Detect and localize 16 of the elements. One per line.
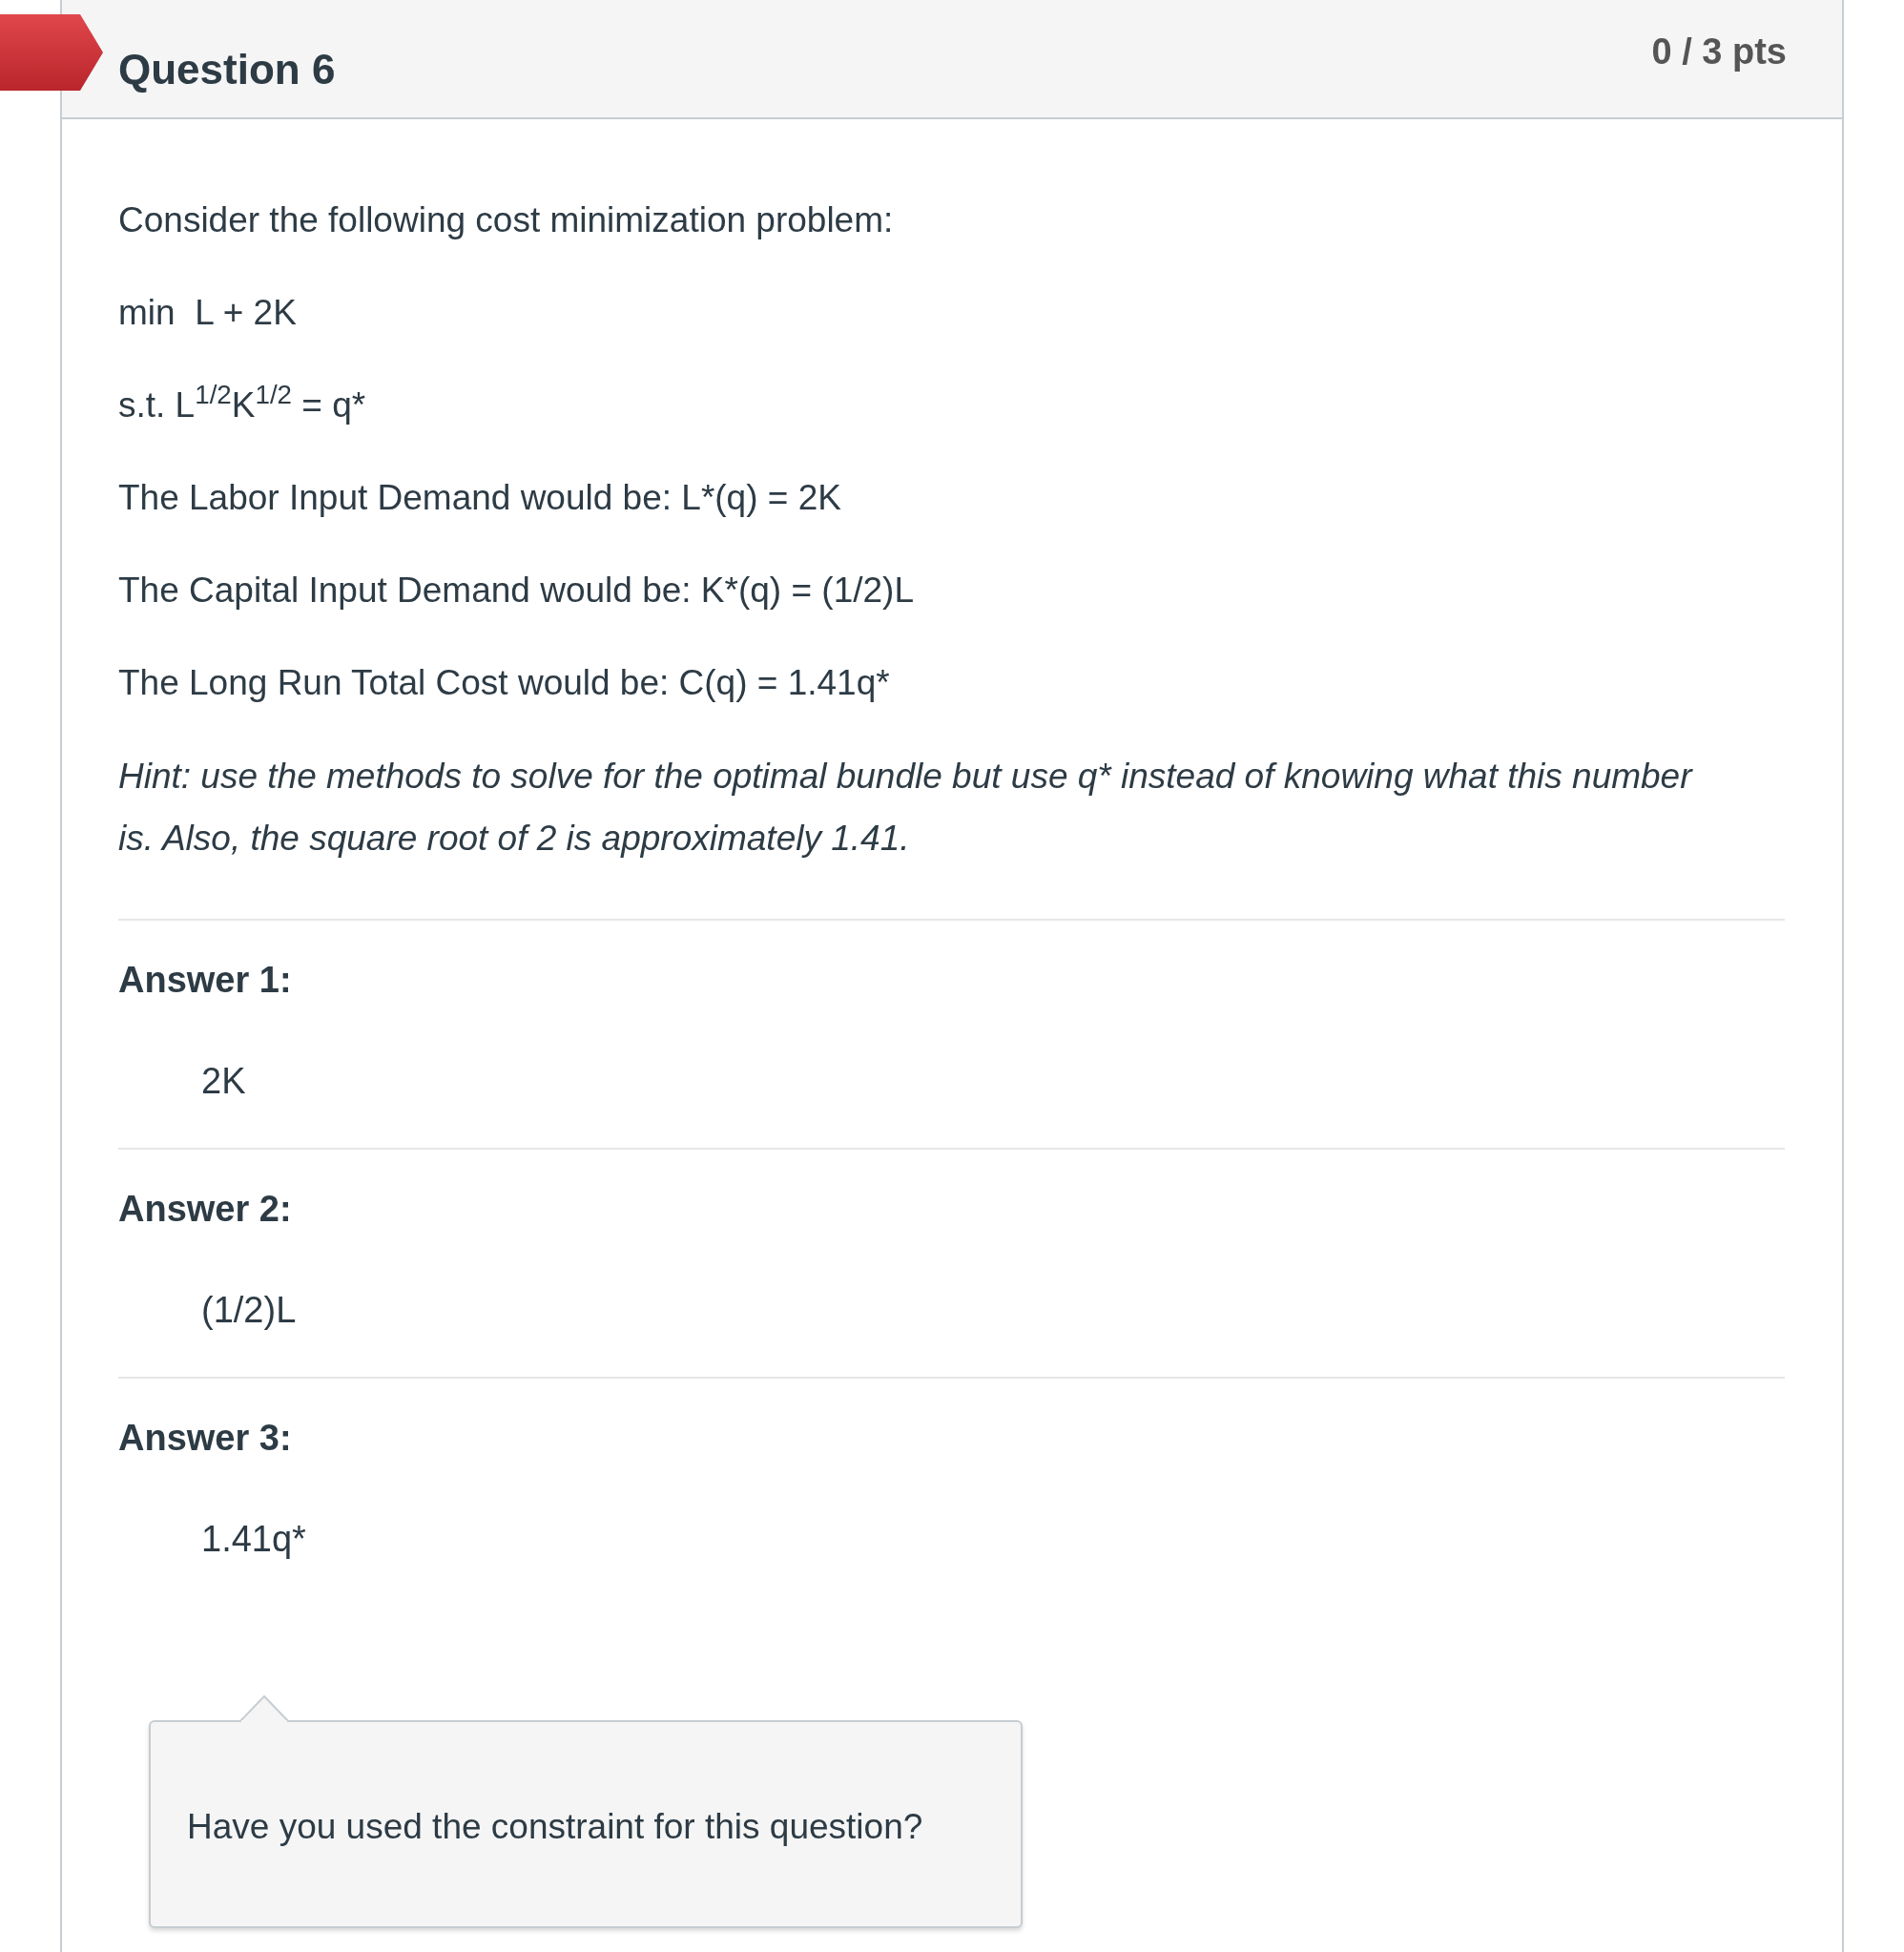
- answer-value: 2K: [201, 1060, 247, 1102]
- question-text: The Long Run Total Cost would be: C(q) = 1.41q*: [118, 662, 891, 704]
- answer-value: (1/2)L: [201, 1289, 298, 1331]
- question-text: s.t. L$^{1/2}$K$^{1/2}$ = q*: [118, 384, 367, 426]
- question-text: The Labor Input Demand would be: L*(q) = 2K: [118, 477, 842, 519]
- question-text: Consider the following cost minimization problem:: [118, 199, 895, 241]
- tooltip-text: Have you used the constraint for this question?: [187, 1806, 923, 1849]
- answer-value: 1.41q*: [201, 1518, 307, 1560]
- question-text: The Capital Input Demand would be: K*(q) = (1/2)L: [118, 570, 915, 612]
- question-title: Question 6: [118, 45, 336, 94]
- points-score: 0 / 3 pts: [1651, 31, 1787, 73]
- hint-text: Hint: use the methods to solve for the optimal bundle but use q* instead of knowing what this number is. Also, the square root of 2 is approximately 1.41.: [118, 756, 1694, 860]
- answer-label: Answer 2:: [118, 1188, 293, 1230]
- answer-label: Answer 3:: [118, 1417, 293, 1459]
- question-text: min L + 2K: [118, 292, 298, 334]
- answer-label: Answer 1:: [118, 959, 293, 1001]
